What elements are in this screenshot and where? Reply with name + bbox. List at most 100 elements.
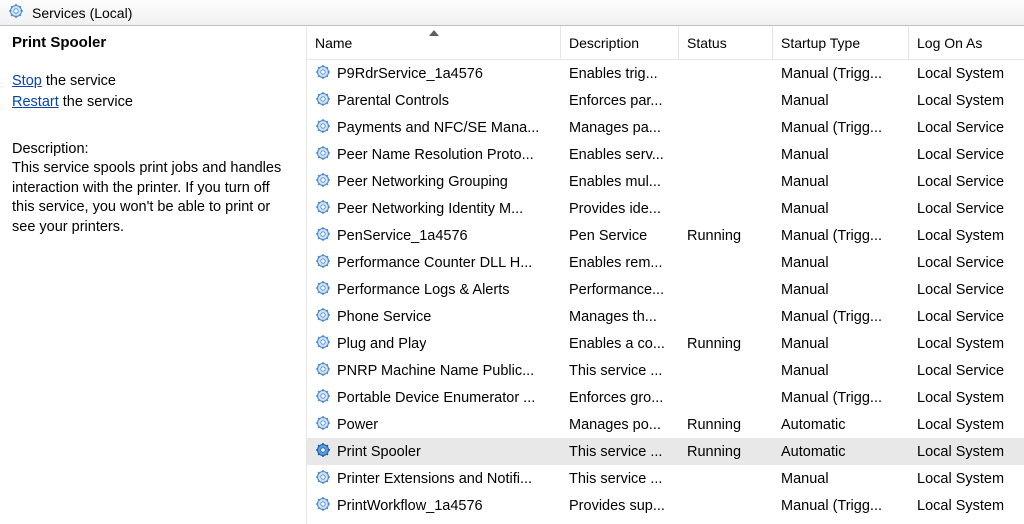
cell-logon: Local System	[909, 228, 1019, 244]
cell-name: P9RdrService_1a4576	[307, 64, 561, 84]
service-name-text: Parental Controls	[337, 93, 449, 109]
service-gear-icon	[315, 64, 331, 84]
cell-name: Parental Controls	[307, 91, 561, 111]
cell-description: Enables trig...	[561, 66, 679, 82]
selected-service-title: Print Spooler	[12, 34, 294, 51]
cell-logon: Local System	[909, 336, 1019, 352]
service-name-text: PenService_1a4576	[337, 228, 468, 244]
cell-startup: Manual	[773, 282, 909, 298]
cell-logon: Local System	[909, 390, 1019, 406]
service-row[interactable]: PowerManages po...RunningAutomaticLocal …	[307, 411, 1024, 438]
column-logon[interactable]: Log On As	[909, 26, 1019, 59]
cell-logon: Local Service	[909, 174, 1019, 190]
cell-logon: Local Service	[909, 309, 1019, 325]
column-description[interactable]: Description	[561, 26, 679, 59]
column-startup[interactable]: Startup Type	[773, 26, 909, 59]
service-name-text: Phone Service	[337, 309, 431, 325]
service-name-text: Peer Networking Grouping	[337, 174, 508, 190]
service-row[interactable]: Printer Extensions and Notifi...This ser…	[307, 465, 1024, 492]
service-row[interactable]: P9RdrService_1a4576 Enables trig... Manual…	[307, 60, 1024, 87]
service-gear-icon	[315, 91, 331, 111]
service-row[interactable]: Payments and NFC/SE Mana...Manages pa...…	[307, 114, 1024, 141]
cell-name: Power	[307, 415, 561, 435]
restart-link[interactable]: Restart	[12, 94, 59, 110]
service-row[interactable]: Peer Name Resolution Proto... Enables ser…	[307, 141, 1024, 168]
cell-description: This service ...	[561, 444, 679, 460]
service-row[interactable]: Print SpoolerThis service ...RunningAuto…	[307, 438, 1024, 465]
column-name[interactable]: Name	[307, 26, 561, 59]
cell-name: PenService_1a4576	[307, 226, 561, 246]
service-name-text: Printer Extensions and Notifi...	[337, 471, 532, 487]
service-row[interactable]: Peer Networking GroupingEnables mul...Ma…	[307, 168, 1024, 195]
cell-startup: Manual	[773, 174, 909, 190]
service-row[interactable]: PNRP Machine Name Public...This service …	[307, 357, 1024, 384]
service-row[interactable]: Portable Device Enumerator ...Enforces g…	[307, 384, 1024, 411]
service-name-text: Print Spooler	[337, 444, 421, 460]
cell-startup: Manual	[773, 147, 909, 163]
service-gear-icon	[315, 334, 331, 354]
service-gear-icon	[315, 118, 331, 138]
service-gear-icon	[315, 199, 331, 219]
cell-name: Printer Extensions and Notifi...	[307, 469, 561, 489]
service-name-text: Performance Counter DLL H...	[337, 255, 532, 271]
cell-startup: Manual (Trigg...	[773, 390, 909, 406]
cell-name: Performance Logs & Alerts	[307, 280, 561, 300]
service-row[interactable]: PenService_1a4576Pen ServiceRunningManua…	[307, 222, 1024, 249]
service-row[interactable]: Peer Networking Identity M...Provides id…	[307, 195, 1024, 222]
column-headers: Name Description Status Startup Type Log…	[307, 26, 1024, 60]
service-name-text: Performance Logs & Alerts	[337, 282, 509, 298]
detail-pane: Print Spooler Stop the service Restart t…	[0, 26, 307, 524]
cell-description: Performance...	[561, 282, 679, 298]
stop-link[interactable]: Stop	[12, 73, 42, 89]
cell-startup: Manual (Trigg...	[773, 66, 909, 82]
service-name-text: P9RdrService_1a4576	[337, 66, 483, 82]
service-name-text: Peer Name Resolution Proto...	[337, 147, 534, 163]
service-row[interactable]: Performance Counter DLL H... Enables rem.…	[307, 249, 1024, 276]
column-status[interactable]: Status	[679, 26, 773, 59]
service-gear-icon	[315, 361, 331, 381]
cell-name: Phone Service	[307, 307, 561, 327]
cell-logon: Local System	[909, 471, 1019, 487]
service-row[interactable]: Plug and PlayEnables a co...RunningManua…	[307, 330, 1024, 357]
header-bar: Services (Local)	[0, 0, 1024, 26]
cell-status: Running	[679, 228, 773, 244]
cell-name: Payments and NFC/SE Mana...	[307, 118, 561, 138]
restart-link-tail: the service	[59, 94, 133, 110]
services-tree-icon	[8, 3, 24, 22]
cell-name: Print Spooler	[307, 442, 561, 462]
service-name-text: Payments and NFC/SE Mana...	[337, 120, 539, 136]
service-gear-icon	[315, 307, 331, 327]
service-row[interactable]: Parental ControlsEnforces par...ManualLo…	[307, 87, 1024, 114]
cell-description: Enables rem...	[561, 255, 679, 271]
cell-logon: Local Service	[909, 255, 1019, 271]
description-text: This service spools print jobs and handl…	[12, 159, 294, 237]
service-gear-icon	[315, 469, 331, 489]
cell-logon: Local System	[909, 417, 1019, 433]
cell-name: Peer Name Resolution Proto...	[307, 145, 561, 165]
service-name-text: PrintWorkflow_1a4576	[337, 498, 483, 514]
service-name-text: Power	[337, 417, 378, 433]
cell-status: Running	[679, 444, 773, 460]
service-gear-icon	[315, 172, 331, 192]
cell-logon: Local Service	[909, 147, 1019, 163]
cell-logon: Local Service	[909, 201, 1019, 217]
service-row[interactable]: Performance Logs & Alerts Performance... M…	[307, 276, 1024, 303]
cell-logon: Local Service	[909, 120, 1019, 136]
cell-name: Peer Networking Identity M...	[307, 199, 561, 219]
cell-name: Plug and Play	[307, 334, 561, 354]
service-row[interactable]: Phone ServiceManages th...Manual (Trigg.…	[307, 303, 1024, 330]
service-row[interactable]: PrintWorkflow_1a4576Provides sup...Manua…	[307, 492, 1024, 519]
cell-description: Enables serv...	[561, 147, 679, 163]
cell-startup: Manual	[773, 471, 909, 487]
cell-name: Portable Device Enumerator ...	[307, 388, 561, 408]
cell-startup: Manual	[773, 93, 909, 109]
service-name-text: Plug and Play	[337, 336, 426, 352]
stop-link-tail: the service	[42, 73, 116, 89]
services-list: Name Description Status Startup Type Log…	[307, 26, 1024, 524]
cell-logon: Local Service	[909, 363, 1019, 379]
cell-logon: Local Service	[909, 282, 1019, 298]
cell-description: Provides ide...	[561, 201, 679, 217]
service-name-text: Portable Device Enumerator ...	[337, 390, 535, 406]
cell-logon: Local System	[909, 444, 1019, 460]
cell-name: Performance Counter DLL H...	[307, 253, 561, 273]
